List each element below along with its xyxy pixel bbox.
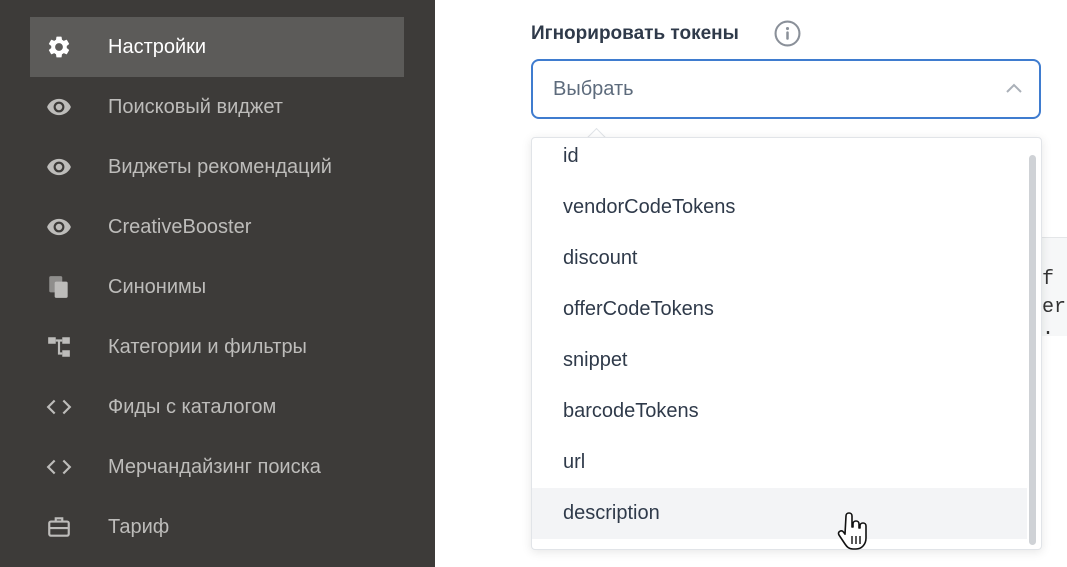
sidebar-item-search-merchandising[interactable]: Мерчандайзинг поиска — [30, 437, 404, 497]
sidebar-item-search-widget[interactable]: Поисковый виджет — [30, 77, 404, 137]
briefcase-icon — [46, 514, 72, 540]
dropdown-scrollbar[interactable] — [1029, 155, 1036, 545]
ignore-tokens-select[interactable]: Выбрать — [531, 59, 1041, 119]
sidebar: Настройки Поисковый виджет Виджеты реком… — [0, 0, 435, 567]
sidebar-item-tariff[interactable]: Тариф — [30, 497, 404, 557]
dropdown-option[interactable]: snippet — [532, 335, 1027, 386]
option-label: url — [563, 451, 586, 473]
option-label: id — [563, 145, 579, 167]
eye-icon — [46, 214, 72, 240]
sidebar-item-label: Настройки — [108, 36, 207, 58]
dropdown-option[interactable]: id — [532, 138, 1027, 182]
sidebar-item-label: Категории и фильтры — [108, 336, 307, 358]
code-line: er. — [1042, 296, 1067, 319]
sidebar-item-synonyms[interactable]: Синонимы — [30, 257, 404, 317]
sidebar-item-label: Мерчандайзинг поиска — [108, 456, 321, 478]
option-label: snippet — [563, 349, 628, 371]
sidebar-item-label: Поисковый виджет — [108, 96, 283, 118]
option-label: discount — [563, 247, 638, 269]
sidebar-item-catalog-feeds[interactable]: Фиды с каталогом — [30, 377, 404, 437]
sidebar-item-label: Синонимы — [108, 276, 207, 298]
option-label: offerCodeTokens — [563, 298, 714, 320]
info-icon[interactable] — [774, 20, 801, 47]
copy-icon — [46, 274, 72, 300]
sidebar-item-creativebooster[interactable]: CreativeBooster — [30, 197, 404, 257]
option-label: barcodeTokens — [563, 400, 699, 422]
sidebar-item-label: Фиды с каталогом — [108, 396, 277, 418]
hierarchy-icon — [46, 334, 72, 360]
sidebar-item-label: Виджеты рекомендаций — [108, 156, 332, 178]
dropdown-option[interactable]: url — [532, 437, 1027, 488]
sidebar-item-categories-filters[interactable]: Категории и фильтры — [30, 317, 404, 377]
select-placeholder: Выбрать — [553, 78, 634, 100]
dropdown-option[interactable]: vendorCodeTokens — [532, 182, 1027, 233]
code-icon — [46, 454, 72, 480]
sidebar-item-label: CreativeBooster — [108, 216, 252, 238]
option-label: description — [563, 502, 660, 524]
chevron-up-icon — [1005, 81, 1023, 95]
dropdown-option-hovered[interactable]: description — [532, 488, 1027, 539]
field-label: Игнорировать токены — [531, 23, 739, 44]
code-line: . — [1042, 318, 1055, 341]
dropdown-option[interactable]: discount — [532, 233, 1027, 284]
hand-cursor-icon — [836, 512, 870, 552]
dropdown-menu: id vendorCodeTokens discount offerCodeTo… — [531, 137, 1042, 550]
sidebar-item-recommendation-widgets[interactable]: Виджеты рекомендаций — [30, 137, 404, 197]
dropdown-option[interactable]: barcodeTokens — [532, 386, 1027, 437]
eye-icon — [46, 154, 72, 180]
sidebar-item-label: Тариф — [108, 516, 170, 538]
code-icon — [46, 394, 72, 420]
gear-icon — [46, 34, 72, 60]
option-label: vendorCodeTokens — [563, 196, 736, 218]
code-line: f = — [1042, 268, 1067, 291]
eye-icon — [46, 94, 72, 120]
sidebar-item-settings[interactable]: Настройки — [30, 17, 404, 77]
dropdown-option[interactable]: offerCodeTokens — [532, 284, 1027, 335]
